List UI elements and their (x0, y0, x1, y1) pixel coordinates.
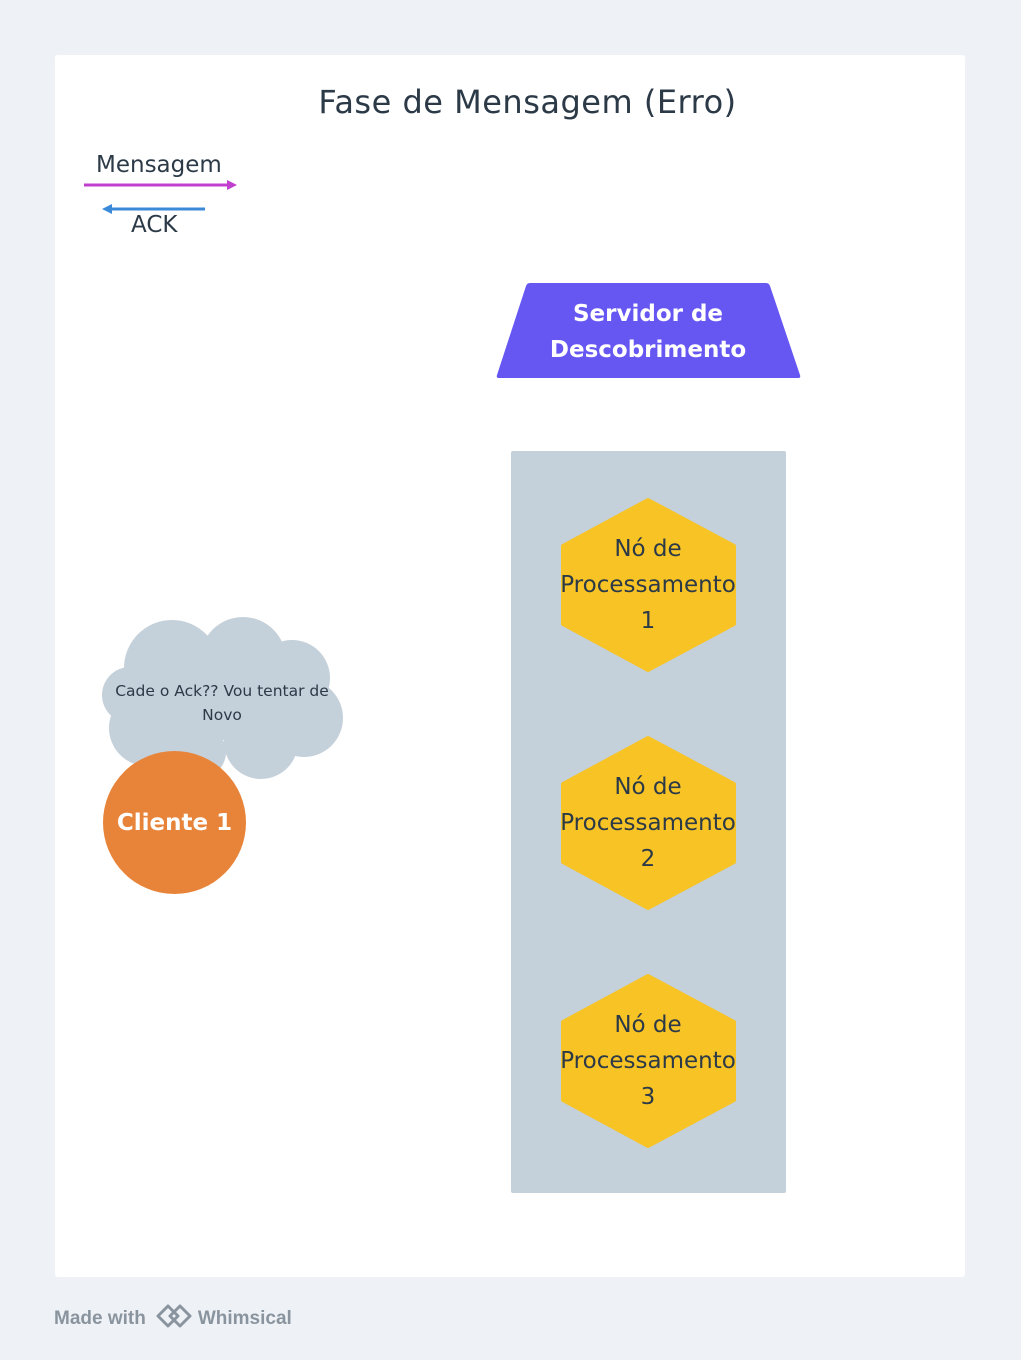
legend-message-arrow (84, 180, 237, 190)
processing-node-2-label: Nó de Processamento 2 (560, 774, 736, 872)
footer-branding[interactable]: Made with Whimsical (54, 1302, 292, 1336)
legend-ack-label: ACK (131, 212, 178, 238)
footer-made-with: Made with (54, 1308, 146, 1329)
footer-brand-name: Whimsical (197, 1308, 292, 1329)
client-label: Cliente 1 (116, 809, 233, 836)
legend-message-label: Mensagem (96, 152, 222, 178)
processing-node-1-label: Nó de Processamento 1 (560, 536, 736, 634)
whimsical-logo-icon (154, 1302, 194, 1336)
processing-node-3-label: Nó de Processamento 3 (560, 1012, 736, 1110)
server-label: Servidor de Descobrimento (549, 301, 747, 363)
thought-cloud-text: Cade o Ack?? Vou tentar de Novo (115, 682, 329, 724)
